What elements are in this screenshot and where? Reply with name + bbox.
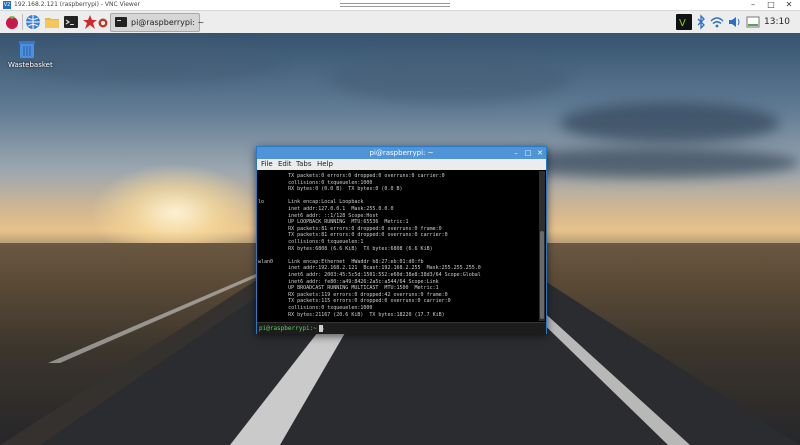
terminal-output-line: collisions:0 txqueuelen:1000 bbox=[258, 305, 373, 311]
scrollbar-thumb[interactable] bbox=[540, 231, 544, 319]
wifi-icon[interactable] bbox=[710, 14, 724, 30]
maximize-icon[interactable]: □ bbox=[523, 148, 533, 158]
terminal-title-bar[interactable]: pi@raspberrypi: ~ – □ ✕ bbox=[257, 147, 546, 159]
menu-edit[interactable]: Edit bbox=[278, 159, 292, 170]
trash-icon bbox=[19, 41, 35, 58]
menu-tabs[interactable]: Tabs bbox=[296, 159, 312, 170]
terminal-output-line: inet6 addr: ::1/128 Scope:Host bbox=[258, 212, 379, 219]
terminal-output-line: TX packets:115 errors:0 dropped:0 overru… bbox=[258, 298, 451, 305]
taskbar-task-terminal[interactable]: pi@raspberrypi: ~ bbox=[110, 13, 204, 32]
terminal-output-line: RX packets:81 errors:0 dropped:0 overrun… bbox=[258, 225, 442, 232]
file-manager-icon[interactable] bbox=[44, 14, 60, 30]
shell-prompt: pi@raspberrypi:~ $ bbox=[259, 325, 325, 332]
terminal-prompt-line[interactable]: pi@raspberrypi:~ $ bbox=[257, 322, 546, 334]
terminal-output-line: collisions:0 txqueuelen:1000 bbox=[258, 179, 373, 186]
terminal-output-line: RX bytes:21167 (20.6 KiB) TX bytes:18220… bbox=[258, 311, 445, 318]
vnc-logo-icon: V2 bbox=[3, 1, 11, 9]
clock[interactable]: 13:10 bbox=[764, 11, 790, 33]
close-icon[interactable]: ✕ bbox=[782, 0, 796, 10]
terminal-output-line: UP LOOPBACK RUNNING MTU:65536 Metric:1 bbox=[258, 219, 409, 226]
bluetooth-icon[interactable] bbox=[696, 14, 706, 30]
terminal-output[interactable]: TX packets:0 errors:0 dropped:0 overruns… bbox=[258, 171, 538, 321]
vnc-window-title: 192.168.2.121 (raspberrypi) - VNC Viewer bbox=[14, 1, 140, 8]
taskbar: pi@raspberrypi: ~ V 13:10 bbox=[0, 11, 800, 34]
terminal-scrollbar[interactable] bbox=[539, 171, 545, 321]
terminal-output-line: inet addr:127.0.0.1 Mask:255.0.0.0 bbox=[258, 206, 394, 212]
terminal-window[interactable]: pi@raspberrypi: ~ – □ ✕ File Edit Tabs H… bbox=[256, 146, 547, 334]
raspberry-menu-icon[interactable] bbox=[4, 14, 20, 30]
terminal-output-line: inet6 addr: 2003:45:5c5d:1501:552:e60d:3… bbox=[258, 272, 481, 278]
wolfram-icon[interactable] bbox=[98, 14, 108, 30]
minimize-icon[interactable]: – bbox=[511, 148, 521, 158]
terminal-menu-bar: File Edit Tabs Help bbox=[257, 159, 546, 170]
text-cursor bbox=[319, 325, 323, 332]
wastebasket-label: Wastebasket bbox=[8, 61, 53, 69]
terminal-output-line: inet addr:192.168.2.121 Bcast:192.168.2.… bbox=[258, 265, 481, 272]
maximize-icon[interactable]: □ bbox=[764, 0, 778, 10]
web-browser-icon[interactable] bbox=[25, 14, 41, 30]
terminal-output-line: inet6 addr: fe80::a49:8426:2a5c:a544/64 … bbox=[258, 278, 439, 285]
terminal-output-line: RX bytes:6808 (6.6 KiB) TX bytes:6808 (6… bbox=[258, 245, 433, 252]
volume-icon[interactable] bbox=[728, 14, 742, 30]
close-icon[interactable]: ✕ bbox=[535, 148, 545, 158]
minimize-icon[interactable]: – bbox=[746, 0, 760, 10]
cpu-monitor-icon[interactable] bbox=[746, 14, 760, 30]
terminal-output-line: RX bytes:0 (0.0 B) TX bytes:0 (0.0 B) bbox=[258, 186, 403, 193]
terminal-output-line: lo Link encap:Local Loopback bbox=[258, 199, 364, 206]
vnc-server-icon[interactable]: V bbox=[676, 14, 692, 30]
terminal-launcher-icon[interactable] bbox=[63, 14, 79, 30]
wastebasket-desktop-icon[interactable]: Wastebasket bbox=[8, 39, 53, 75]
terminal-output-line: collisions:0 txqueuelen:1 bbox=[258, 239, 364, 245]
terminal-output-line: RX packets:119 errors:0 dropped:42 overr… bbox=[258, 291, 448, 298]
terminal-output-line: TX packets:0 errors:0 dropped:0 overruns… bbox=[258, 173, 445, 179]
terminal-icon bbox=[115, 17, 127, 27]
vnc-title-bar: V2 192.168.2.121 (raspberrypi) - VNC Vie… bbox=[0, 0, 800, 11]
terminal-title: pi@raspberrypi: ~ bbox=[369, 149, 434, 157]
terminal-output-line: wlan0 Link encap:Ethernet HWaddr b8:27:e… bbox=[258, 258, 424, 265]
menu-file[interactable]: File bbox=[261, 159, 273, 170]
vnc-toolbar-handle[interactable] bbox=[340, 3, 450, 7]
menu-help[interactable]: Help bbox=[317, 159, 333, 170]
terminal-output-line: UP BROADCAST RUNNING MULTICAST MTU:1500 … bbox=[258, 285, 439, 292]
taskbar-task-label: pi@raspberrypi: ~ bbox=[131, 18, 205, 27]
svg-text:V: V bbox=[679, 18, 686, 29]
mathematica-icon[interactable] bbox=[82, 14, 98, 30]
taskbar-separator bbox=[22, 14, 23, 30]
terminal-output-line: TX packets:81 errors:0 dropped:0 overrun… bbox=[258, 232, 448, 239]
